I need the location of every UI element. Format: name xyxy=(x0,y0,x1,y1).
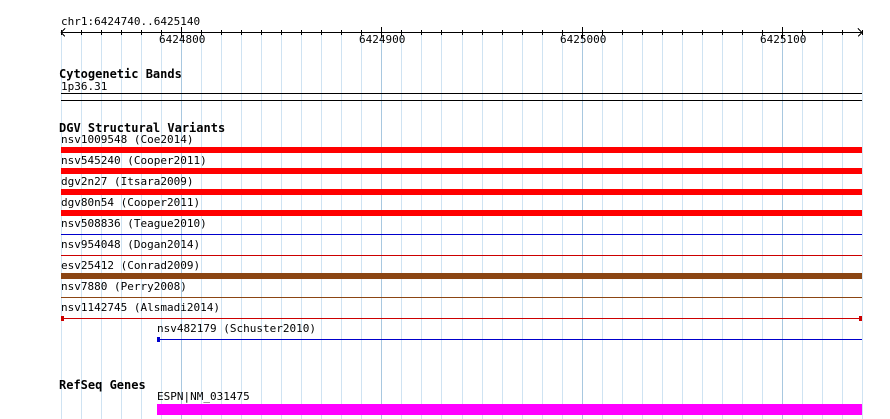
ruler-tick-label: 6425100 xyxy=(760,33,807,46)
ruler-arrow-right xyxy=(857,32,863,37)
ruler-tick-label: 6425000 xyxy=(560,33,607,46)
dgv-variant-label: dgv80n54 (Cooper2011) xyxy=(61,196,201,209)
dgv-variant-label: nsv1009548 (Coe2014) xyxy=(61,133,194,146)
dgv-variant-bar[interactable] xyxy=(61,255,862,256)
dgv-variant-label: nsv7880 (Perry2008) xyxy=(61,280,187,293)
dgv-variant-label: dgv2n27 (Itsara2009) xyxy=(61,175,194,188)
dgv-variant-bar[interactable] xyxy=(61,210,862,216)
dgv-variant-label: esv25412 (Conrad2009) xyxy=(61,259,201,272)
dgv-variant-bar[interactable] xyxy=(61,168,862,174)
dgv-variant-bar[interactable] xyxy=(61,297,862,298)
dgv-variant-label: nsv545240 (Cooper2011) xyxy=(61,154,207,167)
dgv-variant-cap-left xyxy=(61,316,64,321)
refseq-track-title: RefSeq Genes xyxy=(59,378,146,392)
dgv-variant-bar[interactable] xyxy=(157,339,862,340)
ruler-tick-label: 6424900 xyxy=(359,33,406,46)
refseq-gene-label: ESPN|NM_031475 xyxy=(157,390,250,403)
location-label: chr1:6424740..6425140 xyxy=(61,15,201,28)
dgv-variant-bar[interactable] xyxy=(61,189,862,195)
dgv-variant-bar[interactable] xyxy=(61,318,862,319)
genome-browser-view: chr1:6424740..6425140 6424800 6424900 6425… xyxy=(0,0,890,419)
cytoband-label: 1p36.31 xyxy=(61,80,108,93)
dgv-variant-label: nsv954048 (Dogan2014) xyxy=(61,238,201,251)
ruler-arrow-right xyxy=(857,28,863,33)
dgv-variant-cap-right xyxy=(859,316,862,321)
dgv-variant-bar[interactable] xyxy=(61,147,862,153)
dgv-variant-label: nsv508836 (Teague2010) xyxy=(61,217,207,230)
dgv-variant-label: nsv482179 (Schuster2010) xyxy=(157,322,316,335)
cytoband-bar-top[interactable] xyxy=(61,93,862,94)
cytoband-bar-bottom[interactable] xyxy=(61,100,862,101)
dgv-variant-bar[interactable] xyxy=(61,273,862,279)
refseq-gene-bar[interactable] xyxy=(157,404,862,415)
dgv-variant-label: nsv1142745 (Alsmadi2014) xyxy=(61,301,220,314)
ruler-tick-label: 6424800 xyxy=(159,33,206,46)
dgv-variant-cap-left xyxy=(157,337,160,342)
dgv-variant-bar[interactable] xyxy=(61,234,862,235)
